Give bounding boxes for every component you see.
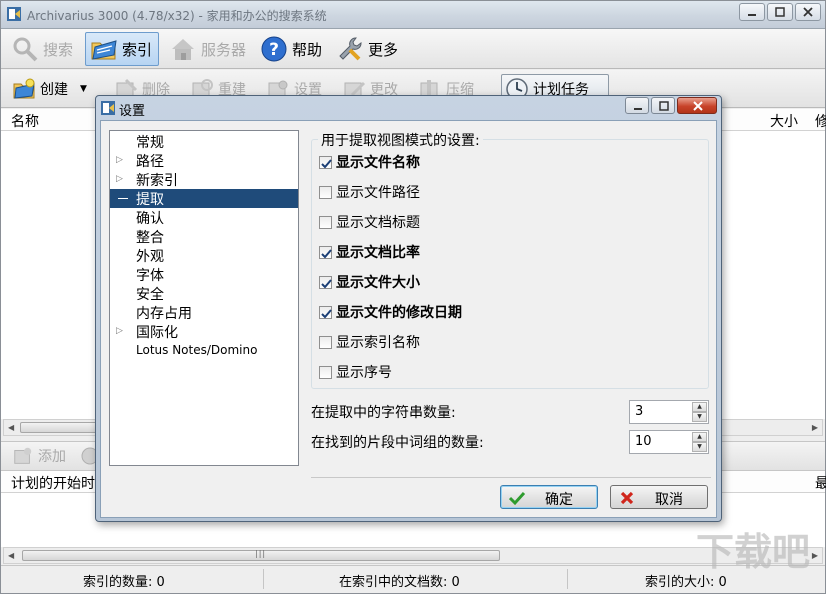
column-start-time[interactable]: 计划的开始时	[11, 473, 95, 493]
column-modified[interactable]: 修	[815, 111, 826, 131]
status-index-count: 索引的数量: 0	[83, 575, 165, 590]
spin-up-icon[interactable]: ▲	[692, 402, 707, 412]
phrase-count-label: 在找到的片段中词组的数量:	[311, 435, 484, 451]
column-last-run[interactable]: 最	[815, 473, 826, 493]
folder-index-icon	[91, 40, 117, 60]
tree-item-lotus-notes[interactable]: Lotus Notes/Domino	[110, 341, 298, 360]
close-button[interactable]	[795, 3, 821, 21]
string-count-value[interactable]: 3	[635, 404, 643, 419]
spin-down-icon[interactable]: ▼	[692, 412, 707, 422]
option-show-modified-date[interactable]: 显示文件的修改日期	[319, 302, 462, 322]
column-size[interactable]: 大小	[770, 111, 798, 131]
checkbox-icon[interactable]	[319, 155, 332, 169]
maximize-button[interactable]	[767, 3, 793, 21]
dialog-title: 设置	[119, 104, 146, 119]
checkbox-icon[interactable]	[319, 305, 332, 319]
checkbox-icon[interactable]	[319, 185, 332, 199]
help-icon: ?	[261, 36, 287, 62]
app-icon	[7, 7, 21, 21]
spin-down-icon[interactable]: ▼	[692, 442, 707, 452]
status-doc-count: 在索引中的文档数: 0	[339, 575, 460, 590]
tree-item-fonts[interactable]: 字体	[110, 265, 298, 284]
option-show-doc-ratio[interactable]: 显示文档比率	[319, 242, 420, 262]
tree-item-appearance[interactable]: 外观	[110, 246, 298, 265]
svg-text:?: ?	[269, 40, 279, 60]
main-window-title: Archivarius 3000 (4.78/x32) - 家用和办公的搜索系统	[27, 9, 327, 23]
settings-tree[interactable]: 常规 ▷ 路径 ▷ 新索引 提取 确认 整合 外观 字体 安全 内存占用 ▷ 国际化 …	[109, 130, 299, 466]
tree-item-confirm[interactable]: 确认	[110, 208, 298, 227]
toolbar-help-button[interactable]: ? 帮助	[256, 32, 328, 66]
tree-item-extract[interactable]: 提取	[110, 189, 298, 208]
toolbar-server-label: 服务器	[201, 40, 247, 59]
dialog-minimize-button[interactable]	[625, 97, 649, 114]
server-house-icon	[172, 39, 194, 60]
main-titlebar[interactable]: Archivarius 3000 (4.78/x32) - 家用和办公的搜索系统	[1, 1, 825, 29]
scroll-left-icon[interactable]: ◀	[8, 551, 14, 560]
option-show-serial-number[interactable]: 显示序号	[319, 362, 392, 382]
button-separator	[311, 477, 711, 478]
app-icon	[101, 101, 115, 115]
tree-item-general[interactable]: 常规	[110, 132, 298, 151]
cancel-button[interactable]: 取消	[610, 485, 708, 509]
option-show-file-size[interactable]: 显示文件大小	[319, 272, 420, 292]
option-show-doc-title[interactable]: 显示文档标题	[319, 212, 420, 232]
checkbox-icon[interactable]	[319, 365, 332, 379]
dialog-titlebar[interactable]: 设置	[96, 96, 721, 119]
tree-item-memory[interactable]: 内存占用	[110, 303, 298, 322]
tree-item-paths[interactable]: ▷ 路径	[110, 151, 298, 170]
scroll-right-icon[interactable]: ▶	[812, 423, 818, 432]
dialog-maximize-button[interactable]	[651, 97, 675, 114]
phrase-count-value[interactable]: 10	[635, 434, 652, 449]
tree-item-new-index[interactable]: ▷ 新索引	[110, 170, 298, 189]
toolbar-more-label: 更多	[368, 40, 399, 59]
toolbar-search-button[interactable]: 搜索	[7, 32, 79, 66]
tree-item-security[interactable]: 安全	[110, 284, 298, 303]
string-count-label: 在提取中的字符串数量:	[311, 405, 456, 421]
expand-icon[interactable]: ▷	[116, 174, 123, 184]
dialog-body: 常规 ▷ 路径 ▷ 新索引 提取 确认 整合 外观 字体 安全 内存占用 ▷ 国际化 …	[100, 120, 717, 518]
checkbox-icon[interactable]	[319, 245, 332, 259]
ok-button[interactable]: 确定	[500, 485, 598, 509]
create-index-icon	[13, 78, 35, 99]
main-toolbar: 搜索 索引 服务器 ? 帮助 更多	[1, 29, 825, 69]
checkbox-icon[interactable]	[319, 275, 332, 289]
chevron-down-icon[interactable]: ▼	[80, 84, 87, 94]
tasks-add-button[interactable]: 添加	[9, 443, 71, 469]
extract-options-title: 用于提取视图模式的设置:	[318, 130, 483, 150]
checkbox-icon[interactable]	[319, 215, 332, 229]
toolbar-help-label: 帮助	[292, 40, 323, 59]
checkbox-icon[interactable]	[319, 335, 332, 349]
spin-up-icon[interactable]: ▲	[692, 432, 707, 442]
toolbar-more-button[interactable]: 更多	[332, 32, 404, 66]
toolbar-create-button[interactable]: 创建 ▼	[9, 74, 92, 104]
option-show-file-name[interactable]: 显示文件名称	[319, 152, 420, 172]
cross-icon	[620, 491, 634, 505]
dialog-close-button[interactable]	[677, 97, 717, 114]
toolbar-index-button[interactable]: 索引	[85, 32, 159, 66]
tasks-scroll-thumb[interactable]: |||	[22, 549, 500, 561]
toolbar-index-label: 索引	[121, 40, 152, 59]
checkmark-icon	[509, 491, 525, 506]
expand-icon[interactable]: ▷	[116, 326, 123, 336]
tasks-add-label: 添加	[38, 449, 66, 465]
tree-item-integration[interactable]: 整合	[110, 227, 298, 246]
tree-item-i18n[interactable]: ▷ 国际化	[110, 322, 298, 341]
expand-icon[interactable]: ▷	[116, 155, 123, 165]
magnifier-icon	[13, 37, 38, 62]
toolbar-create-label: 创建	[40, 82, 68, 98]
string-count-spinner[interactable]: 3 ▲ ▼	[629, 400, 709, 424]
wrench-icon	[339, 37, 362, 61]
column-name[interactable]: 名称	[11, 111, 39, 131]
minimize-button[interactable]	[739, 3, 765, 21]
phrase-count-spinner[interactable]: 10 ▲ ▼	[629, 430, 709, 454]
toolbar-search-label: 搜索	[43, 40, 74, 59]
scroll-left-icon[interactable]: ◀	[8, 423, 14, 432]
svg-text:下载吧: 下载吧	[696, 530, 810, 574]
add-icon	[14, 447, 32, 464]
toolbar-server-button[interactable]: 服务器	[165, 32, 252, 66]
settings-dialog: 设置 常规 ▷ 路径 ▷ 新索引 提取 确认 整合 外观 字体 安全 内存占用 ▷ 国…	[95, 95, 722, 522]
option-show-file-path[interactable]: 显示文件路径	[319, 182, 420, 202]
watermark-logo: 下载吧	[687, 525, 819, 577]
option-show-index-name[interactable]: 显示索引名称	[319, 332, 420, 352]
